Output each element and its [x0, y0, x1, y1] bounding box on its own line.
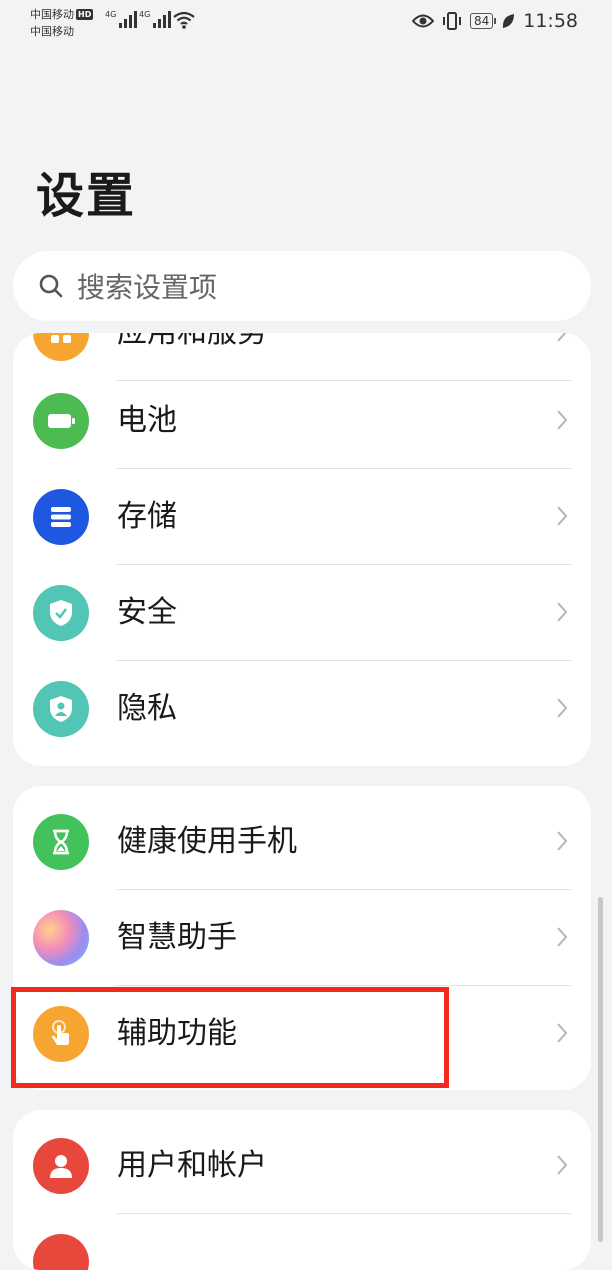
settings-item-digital-balance[interactable]: 健康使用手机	[13, 794, 591, 890]
search-placeholder: 搜索设置项	[77, 271, 218, 304]
network-type-2: 4G	[139, 10, 151, 19]
shield-check-icon	[33, 585, 89, 641]
chevron-right-icon	[557, 1023, 568, 1043]
chevron-right-icon	[557, 831, 568, 851]
settings-item-label: 智慧助手	[117, 920, 237, 955]
chevron-right-icon	[557, 506, 568, 526]
battery-level: 84	[469, 13, 497, 29]
carrier-2: 中国移动	[30, 25, 74, 38]
storage-icon	[33, 489, 89, 545]
highlight-box	[11, 987, 449, 1088]
settings-item-privacy[interactable]: 隐私	[13, 661, 591, 757]
eye-comfort-icon	[411, 14, 434, 28]
cloud-icon	[33, 1234, 89, 1270]
vibrate-icon	[442, 12, 461, 30]
wifi-icon	[173, 11, 195, 29]
battery-icon	[33, 393, 89, 449]
carrier-1: 中国移动	[30, 8, 74, 21]
apps-icon	[33, 333, 89, 361]
chevron-right-icon	[557, 927, 568, 947]
user-icon	[33, 1138, 89, 1194]
chevron-right-icon	[557, 698, 568, 718]
settings-item-smart-assistant[interactable]: 智慧助手	[13, 890, 591, 986]
scrollbar[interactable]	[598, 897, 603, 1242]
hourglass-icon	[33, 814, 89, 870]
search-bar[interactable]: 搜索设置项	[13, 251, 591, 321]
settings-item-next[interactable]	[13, 1214, 591, 1270]
chevron-right-icon	[557, 333, 567, 342]
network-type-1: 4G	[105, 10, 117, 19]
chevron-right-icon	[557, 410, 568, 430]
carrier-info: 中国移动 HD 中国移动	[30, 6, 94, 40]
chevron-right-icon	[557, 1155, 568, 1175]
assistant-icon	[33, 910, 89, 966]
settings-item-label: 电池	[117, 403, 177, 438]
settings-item-label: 健康使用手机	[117, 824, 297, 859]
hd-badge: HD	[76, 9, 94, 20]
settings-item-storage[interactable]: 存储	[13, 469, 591, 565]
settings-item-battery[interactable]: 电池	[13, 373, 591, 469]
leaf-icon	[503, 14, 515, 28]
settings-item-users[interactable]: 用户和帐户	[13, 1118, 591, 1214]
status-bar: 中国移动 HD 中国移动 4G 4G 84 11:58	[0, 0, 612, 46]
signal-2-icon: 4G	[139, 10, 172, 28]
page-title: 设置	[36, 168, 137, 224]
chevron-right-icon	[557, 602, 568, 622]
settings-group-3: 用户和帐户	[13, 1110, 591, 1270]
search-icon	[39, 274, 63, 298]
settings-item-label: 存储	[117, 499, 177, 534]
privacy-shield-icon	[33, 681, 89, 737]
clock: 11:58	[523, 10, 578, 32]
settings-item-label: 隐私	[117, 691, 177, 726]
settings-item-security[interactable]: 安全	[13, 565, 591, 661]
settings-item-label: 安全	[117, 595, 177, 630]
status-right: 84 11:58	[411, 10, 578, 32]
signal-1-icon: 4G	[105, 10, 138, 28]
settings-group-1: 应用和服务 电池 存储 安全 隐私	[13, 333, 591, 766]
settings-item-label: 用户和帐户	[117, 1148, 267, 1183]
settings-item-label: 应用和服务	[117, 333, 267, 353]
